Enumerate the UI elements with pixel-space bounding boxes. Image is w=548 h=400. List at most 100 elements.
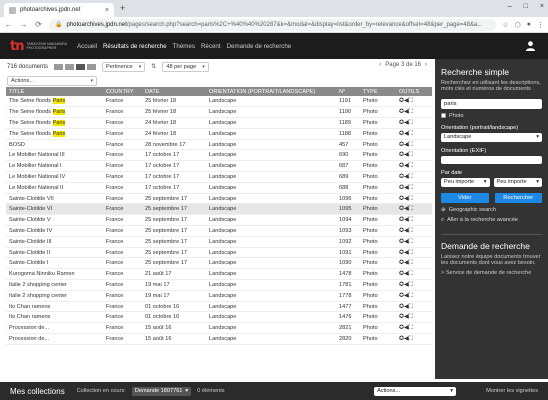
table-row[interactable]: Le Mobilier National I France 17 octobre 1… bbox=[6, 160, 432, 173]
row-tools-icon[interactable]: ✪◀⛶ bbox=[399, 184, 429, 192]
column-header[interactable]: OUTILS bbox=[396, 87, 432, 96]
table-row[interactable]: Sainte-Clotilde VII France 25 septembre 17… bbox=[6, 193, 432, 205]
table-row[interactable]: Kurogoma Ninniku Ramen France 21 août 17 La… bbox=[6, 268, 432, 281]
title-cell[interactable]: The Seine floods Paris bbox=[6, 96, 103, 108]
site-nav-item[interactable]: Demande de recherche bbox=[227, 43, 292, 50]
row-tools-icon[interactable]: ✪◀⛶ bbox=[399, 313, 429, 321]
search-button[interactable]: Rechercher bbox=[494, 192, 542, 203]
table-row[interactable]: Le Mobilier National III France 17 octobre… bbox=[6, 149, 432, 162]
url-input[interactable]: 🔒 photoarchives.jpdn.net /pages/search.p… bbox=[49, 18, 497, 31]
row-tools-icon[interactable]: ✪◀⛶ bbox=[399, 249, 429, 257]
column-header[interactable]: TITLE bbox=[6, 87, 103, 96]
title-cell[interactable]: Le Mobilier National III bbox=[6, 149, 103, 162]
table-row[interactable]: BOSD France 28 novembre 17 Landscape 457 Phot… bbox=[6, 139, 432, 151]
table-row[interactable]: Sainte-Clotilde V France 25 septembre 17 La… bbox=[6, 214, 432, 227]
site-nav-item[interactable]: Récent bbox=[201, 43, 221, 50]
title-cell[interactable]: The Seine floods Paris bbox=[6, 128, 103, 140]
site-nav-item[interactable]: Accueil bbox=[77, 43, 97, 50]
star-icon[interactable]: ☆ bbox=[502, 21, 508, 29]
table-row[interactable]: Le Mobilier National IV France 17 octobre … bbox=[6, 171, 432, 183]
table-row[interactable]: Sainte-Clotilde II France 25 septembre 17 L… bbox=[6, 247, 432, 259]
row-tools-icon[interactable]: ✪◀⛶ bbox=[399, 270, 429, 278]
title-cell[interactable]: Ito Chan ramens bbox=[6, 301, 103, 313]
close-window-button[interactable]: × bbox=[540, 3, 544, 10]
column-header[interactable]: ORIENTATION (PORTRAIT/LANDSCAPE) bbox=[206, 87, 336, 96]
table-row[interactable]: Sainte-Clotilde IV France 25 septembre 17 L… bbox=[6, 225, 432, 237]
orientation-exif-select[interactable] bbox=[441, 155, 542, 164]
row-tools-icon[interactable]: ✪◀⛶ bbox=[399, 173, 429, 181]
actions-select[interactable]: Actions... ▾ bbox=[7, 75, 97, 86]
table-row[interactable]: The Seine floods Paris France 24 février 1… bbox=[6, 117, 432, 129]
table-row[interactable]: Italie 2 shopping center France 19 mai 17 L… bbox=[6, 290, 432, 302]
title-cell[interactable]: Kurogoma Ninniku Ramen bbox=[6, 268, 103, 281]
new-tab-button[interactable]: + bbox=[120, 3, 125, 13]
thumbnails-view-icon[interactable] bbox=[54, 63, 64, 70]
row-tools-icon[interactable]: ✪◀⛶ bbox=[399, 335, 429, 343]
row-tools-icon[interactable]: ✪◀⛶ bbox=[399, 259, 429, 267]
date-to-select[interactable]: Peu importe ▾ bbox=[493, 177, 542, 187]
table-row[interactable]: Ito Chan ramens France 01 octobre 16 Landsc… bbox=[6, 301, 432, 313]
table-row[interactable]: Sainte-Clotilde III France 25 septembre 17… bbox=[6, 236, 432, 248]
row-tools-icon[interactable]: ✪◀⛶ bbox=[399, 238, 429, 246]
row-tools-icon[interactable]: ✪◀⛶ bbox=[399, 324, 429, 332]
title-cell[interactable]: Sainte-Clotilde I bbox=[6, 257, 103, 270]
table-row[interactable]: Procession de... France 15 août 16 Landscap… bbox=[6, 322, 432, 335]
row-tools-icon[interactable]: ✪◀⛶ bbox=[399, 130, 429, 138]
geographic-search-link[interactable]: ⊕ Geographic search bbox=[441, 207, 542, 213]
title-cell[interactable]: Procession de... bbox=[6, 322, 103, 335]
title-cell[interactable]: Le Mobilier National II bbox=[6, 182, 103, 194]
row-tools-icon[interactable]: ✪◀⛶ bbox=[399, 303, 429, 311]
per-page-select[interactable]: 48 per page ▾ bbox=[162, 61, 209, 72]
row-tools-icon[interactable]: ✪◀⛶ bbox=[399, 119, 429, 127]
column-header[interactable]: COUNTRY bbox=[103, 87, 142, 96]
orientation-select[interactable]: Landscape ▾ bbox=[441, 132, 542, 142]
photo-checkbox[interactable] bbox=[441, 113, 446, 119]
row-tools-icon[interactable]: ✪◀⛶ bbox=[399, 151, 429, 159]
photo-filter[interactable]: Photo bbox=[441, 113, 542, 119]
title-cell[interactable]: Sainte-Clotilde II bbox=[6, 247, 103, 259]
title-cell[interactable]: Procession de... bbox=[6, 333, 103, 345]
row-tools-icon[interactable]: ✪◀⛶ bbox=[399, 281, 429, 289]
title-cell[interactable]: Italie 2 shopping center bbox=[6, 290, 103, 302]
search-input[interactable]: paris bbox=[441, 98, 542, 109]
row-tools-icon[interactable]: ✪◀⛶ bbox=[399, 292, 429, 300]
title-cell[interactable]: Sainte-Clotilde III bbox=[6, 236, 103, 248]
title-cell[interactable]: The Seine floods Paris bbox=[6, 106, 103, 119]
title-cell[interactable]: Italie 2 shopping center bbox=[6, 279, 103, 291]
row-tools-icon[interactable]: ✪◀⛶ bbox=[399, 108, 429, 116]
table-row[interactable]: The Seine floods Paris France 25 février 1… bbox=[6, 96, 432, 108]
table-row[interactable]: Sainte-Clotilde I France 25 septembre 17 La… bbox=[6, 257, 432, 270]
next-page-button[interactable]: › bbox=[425, 62, 427, 68]
map-view-icon[interactable] bbox=[87, 63, 97, 70]
table-row[interactable]: The Seine floods Paris France 25 février 1… bbox=[6, 106, 432, 119]
extensions-icon[interactable]: ⬡ bbox=[515, 21, 521, 29]
row-tools-icon[interactable]: ✪◀⛶ bbox=[399, 195, 429, 203]
table-row[interactable]: Procession de... France 15 août 16 Landscap… bbox=[6, 333, 432, 345]
collection-actions-select[interactable]: Actions... ▾ bbox=[374, 386, 457, 396]
title-cell[interactable]: Ito Chan ramens bbox=[6, 311, 103, 324]
title-cell[interactable]: BOSD bbox=[6, 139, 103, 151]
date-from-select[interactable]: Peu importe ▾ bbox=[441, 177, 490, 187]
prev-page-button[interactable]: ‹ bbox=[379, 62, 381, 68]
title-cell[interactable]: The Seine floods Paris bbox=[6, 117, 103, 129]
site-nav-item[interactable]: Thèmes bbox=[173, 43, 195, 50]
reload-button[interactable]: ⟳ bbox=[34, 20, 43, 29]
site-nav-item[interactable]: Résultats de recherche bbox=[103, 43, 167, 50]
table-row[interactable]: The Seine floods Paris France 24 février 1… bbox=[6, 128, 432, 140]
title-cell[interactable]: Sainte-Clotilde V bbox=[6, 214, 103, 227]
row-tools-icon[interactable]: ✪◀⛶ bbox=[399, 141, 429, 149]
title-cell[interactable]: Sainte-Clotilde IV bbox=[6, 225, 103, 237]
table-row[interactable]: Sainte-Clotilde VI France 25 septembre 17 L… bbox=[6, 203, 432, 216]
forward-button[interactable]: → bbox=[19, 20, 28, 29]
profile-icon[interactable]: ● bbox=[527, 21, 531, 29]
column-header[interactable]: DATE bbox=[142, 87, 206, 96]
table-row[interactable]: Ito Chan ramens France 01 octobre 16 Landsc… bbox=[6, 311, 432, 324]
clear-button[interactable]: Vider bbox=[441, 192, 489, 203]
collection-select[interactable]: Demande 1807761 ▾ bbox=[131, 386, 192, 396]
back-button[interactable]: ← bbox=[4, 20, 13, 29]
search-request-link[interactable]: > Service de demande de recherche bbox=[441, 270, 542, 276]
table-row[interactable]: Le Mobilier National II France 17 octobre … bbox=[6, 182, 432, 194]
row-tools-icon[interactable]: ✪◀⛶ bbox=[399, 97, 429, 105]
title-cell[interactable]: Le Mobilier National I bbox=[6, 160, 103, 173]
menu-icon[interactable]: ⋮ bbox=[537, 21, 544, 29]
